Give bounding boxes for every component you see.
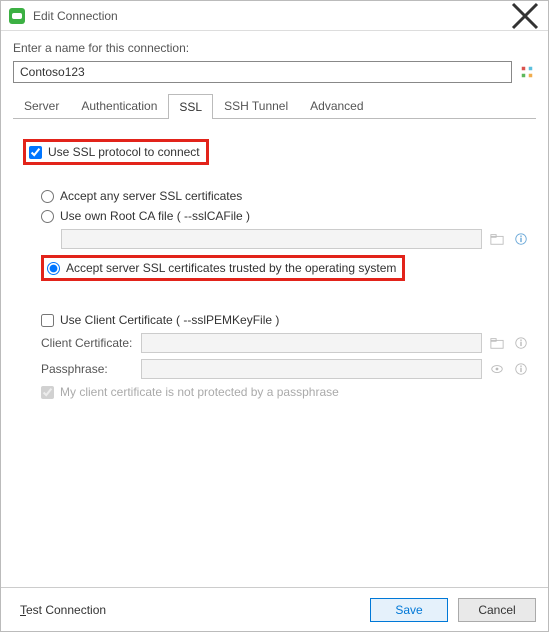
tab-advanced-label: Advanced	[310, 99, 363, 113]
info-passphrase-icon[interactable]	[512, 360, 530, 378]
os-trusted-row: Accept server SSL certificates trusted b…	[41, 255, 530, 281]
passphrase-label: Passphrase:	[41, 362, 141, 376]
test-connection-button[interactable]: Test Connection	[13, 599, 113, 621]
tab-bar: Server Authentication SSL SSH Tunnel Adv…	[13, 93, 536, 119]
client-cert-input	[141, 333, 482, 353]
app-icon	[9, 8, 25, 24]
save-button[interactable]: Save	[370, 598, 448, 622]
info-cert-icon[interactable]	[512, 334, 530, 352]
test-connection-label: Test Connection	[20, 603, 106, 617]
tab-authentication[interactable]: Authentication	[70, 93, 168, 118]
cancel-label: Cancel	[478, 603, 515, 617]
close-icon[interactable]	[510, 2, 540, 30]
client-cert-row: Client Certificate:	[41, 333, 530, 353]
tab-ssl[interactable]: SSL	[168, 94, 213, 119]
dialog-window: Edit Connection Enter a name for this co…	[0, 0, 549, 632]
tab-ssh-tunnel-label: SSH Tunnel	[224, 99, 288, 113]
browse-cert-icon[interactable]	[488, 334, 506, 352]
highlight-os-trusted: Accept server SSL certificates trusted b…	[41, 255, 405, 281]
use-client-cert-checkbox[interactable]	[41, 314, 54, 327]
ca-file-input	[61, 229, 482, 249]
no-passphrase-row: My client certificate is not protected b…	[41, 385, 530, 399]
accept-any-row: Accept any server SSL certificates	[41, 189, 530, 203]
use-ssl-label: Use SSL protocol to connect	[48, 145, 200, 159]
name-prompt: Enter a name for this connection:	[13, 41, 536, 55]
passphrase-input	[141, 359, 482, 379]
accept-any-label: Accept any server SSL certificates	[60, 189, 242, 203]
reveal-passphrase-icon[interactable]	[488, 360, 506, 378]
window-title: Edit Connection	[33, 9, 510, 23]
cancel-button[interactable]: Cancel	[458, 598, 536, 622]
ssl-tab-body: Use SSL protocol to connect Accept any s…	[13, 119, 536, 587]
name-row	[13, 61, 536, 83]
tab-server-label: Server	[24, 99, 59, 113]
accept-any-radio[interactable]	[41, 190, 54, 203]
options-icon[interactable]	[518, 63, 536, 81]
tab-advanced[interactable]: Advanced	[299, 93, 374, 118]
tab-ssl-label: SSL	[179, 100, 202, 114]
tab-authentication-label: Authentication	[81, 99, 157, 113]
use-client-cert-row: Use Client Certificate ( --sslPEMKeyFile…	[41, 313, 530, 327]
browse-ca-icon[interactable]	[488, 230, 506, 248]
passphrase-row: Passphrase:	[41, 359, 530, 379]
info-ca-icon[interactable]	[512, 230, 530, 248]
highlight-use-ssl: Use SSL protocol to connect	[23, 139, 209, 165]
use-ssl-checkbox[interactable]	[29, 146, 42, 159]
no-passphrase-checkbox	[41, 386, 54, 399]
ca-file-row	[61, 229, 530, 249]
tab-server[interactable]: Server	[13, 93, 70, 118]
own-ca-radio[interactable]	[41, 210, 54, 223]
own-ca-label: Use own Root CA file ( --sslCAFile )	[60, 209, 250, 223]
os-trusted-radio[interactable]	[47, 262, 60, 275]
own-ca-row: Use own Root CA file ( --sslCAFile )	[41, 209, 530, 223]
client-cert-label: Client Certificate:	[41, 336, 141, 350]
no-passphrase-label: My client certificate is not protected b…	[60, 385, 339, 399]
use-client-cert-label: Use Client Certificate ( --sslPEMKeyFile…	[60, 313, 279, 327]
tab-ssh-tunnel[interactable]: SSH Tunnel	[213, 93, 299, 118]
titlebar: Edit Connection	[1, 1, 548, 31]
use-ssl-row: Use SSL protocol to connect	[23, 139, 530, 165]
os-trusted-label: Accept server SSL certificates trusted b…	[66, 261, 396, 275]
save-label: Save	[395, 603, 422, 617]
dialog-content: Enter a name for this connection: Server…	[1, 31, 548, 587]
connection-name-input[interactable]	[13, 61, 512, 83]
dialog-footer: Test Connection Save Cancel	[1, 587, 548, 631]
